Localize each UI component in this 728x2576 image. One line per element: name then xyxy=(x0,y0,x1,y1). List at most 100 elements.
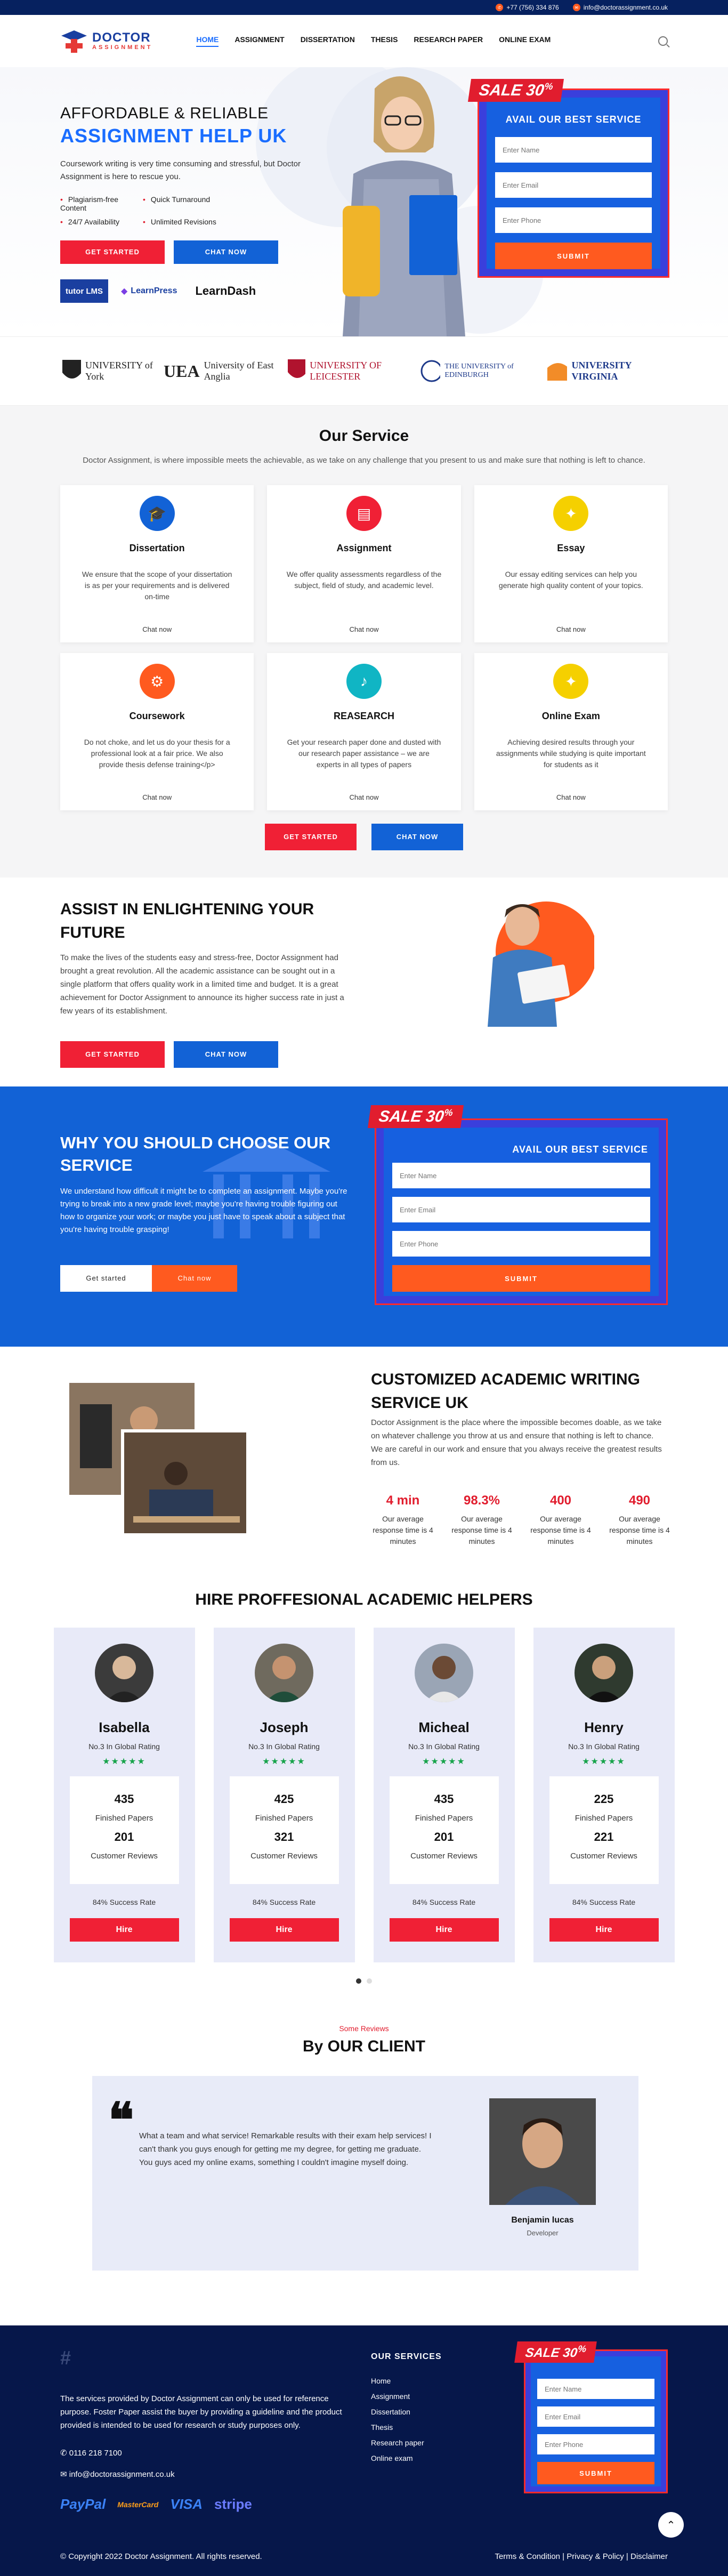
sale-badge: SALE 30% xyxy=(514,2341,597,2363)
name-input[interactable] xyxy=(537,2379,654,2399)
reviews-count: 201 xyxy=(114,1830,134,1844)
search-icon[interactable] xyxy=(658,36,668,46)
tutor-lms-logo: tutor LMS xyxy=(60,279,108,303)
helper-stats: 435 Finished Papers 201 Customer Reviews xyxy=(389,1776,499,1884)
reviewer-photo xyxy=(489,2098,596,2205)
chat-now-button[interactable]: CHAT NOW xyxy=(174,240,278,264)
submit-button[interactable]: SUBMIT xyxy=(495,243,652,269)
reviews-section: Some Reviews By OUR CLIENT ❝ What a team… xyxy=(0,2011,728,2325)
why-quote-form: AVAIL OUR BEST SERVICE SUBMIT xyxy=(375,1118,668,1305)
footer-email[interactable]: ✉ info@doctorassignment.co.uk xyxy=(60,2469,175,2479)
phone-input[interactable] xyxy=(537,2434,654,2454)
footer-link[interactable]: Assignment xyxy=(371,2389,442,2404)
avatar xyxy=(415,1644,473,1702)
edinburgh-logo: THE UNIVERSITY of EDINBURGH xyxy=(420,360,546,382)
sale-text: SALE 30 xyxy=(377,1108,446,1125)
avatar xyxy=(255,1644,313,1702)
hire-button[interactable]: Hire xyxy=(69,1918,179,1942)
footer-link[interactable]: Thesis xyxy=(371,2420,442,2435)
submit-button[interactable]: SUBMIT xyxy=(537,2462,654,2484)
footer-phone-text: 0116 218 7100 xyxy=(69,2449,122,2458)
success-rate: 84% Success Rate xyxy=(92,1898,156,1906)
service-card-dissertation: 🎓 Dissertation We ensure that the scope … xyxy=(60,485,254,642)
name-input[interactable] xyxy=(392,1163,650,1188)
uni-name: UNIVERSITY OF LEICESTER xyxy=(310,360,382,382)
stat-value: 490 xyxy=(628,1493,651,1508)
service-title: REASEARCH xyxy=(333,711,394,721)
footer-link[interactable]: Research paper xyxy=(371,2435,442,2451)
phone-input[interactable] xyxy=(392,1231,650,1257)
footer-phone[interactable]: ✆ 0116 218 7100 xyxy=(60,2448,122,2458)
carousel-dot[interactable] xyxy=(367,1978,372,1984)
footer-link[interactable]: Dissertation xyxy=(371,2404,442,2420)
legal-links[interactable]: Terms & Condition | Privacy & Policy | D… xyxy=(495,2552,668,2561)
uea-mark-icon: UEA xyxy=(164,361,200,381)
topbar-email[interactable]: ✉ info@doctorassignment.co.uk xyxy=(572,4,668,11)
stat-value: 400 xyxy=(549,1493,572,1508)
helpers-grid: Isabella No.3 In Global Rating ★★★★★ 435… xyxy=(0,1628,728,1962)
stat-item: 4 min Our average response time is 4 minu… xyxy=(371,1493,435,1547)
chat-now-button[interactable]: Chat now xyxy=(152,1265,237,1292)
reviews-label: Customer Reviews xyxy=(570,1851,637,1861)
hire-button[interactable]: Hire xyxy=(389,1918,499,1942)
service-chat-link[interactable]: Chat now xyxy=(60,625,254,633)
sale-badge: SALE 30% xyxy=(367,1105,464,1128)
nav-thesis[interactable]: THESIS xyxy=(371,35,398,47)
service-chat-link[interactable]: Chat now xyxy=(267,793,460,801)
reading-man-illustration xyxy=(488,901,594,1027)
visa-logo: VISA xyxy=(170,2496,203,2512)
reviews-count: 221 xyxy=(594,1830,614,1844)
nav-dissertation[interactable]: DISSERTATION xyxy=(301,35,355,47)
footer-link[interactable]: Home xyxy=(371,2373,442,2389)
mastercard-logo: MasterCard xyxy=(117,2500,159,2509)
nav-home[interactable]: HOME xyxy=(196,35,219,47)
mail-icon: ✉ xyxy=(60,2470,69,2479)
partner-logos: tutor LMS ◆ LearnPress LearnDash xyxy=(60,279,261,303)
uni-name: THE UNIVERSITY of EDINBURGH xyxy=(444,363,514,379)
services-description: Doctor Assignment, is where impossible m… xyxy=(83,456,645,465)
footer-link[interactable]: Online exam xyxy=(371,2451,442,2466)
service-card-assignment: ▤ Assignment We offer quality assessment… xyxy=(267,485,461,642)
email-input[interactable] xyxy=(537,2406,654,2427)
submit-button[interactable]: SUBMIT xyxy=(392,1265,650,1292)
star-rating-icon: ★★★★★ xyxy=(102,1757,146,1766)
service-chat-link[interactable]: Chat now xyxy=(60,793,254,801)
main-nav: DOCTOR ASSIGNMENT HOME ASSIGNMENT DISSER… xyxy=(0,15,728,67)
phone-icon: ✆ xyxy=(60,2449,69,2458)
phone-input[interactable] xyxy=(495,207,652,233)
nav-menu: HOME ASSIGNMENT DISSERTATION THESIS RESE… xyxy=(196,35,551,47)
chat-now-button[interactable]: CHAT NOW xyxy=(371,824,463,850)
stat-item: 98.3% Our average response time is 4 minu… xyxy=(450,1493,514,1547)
get-started-button[interactable]: Get started xyxy=(60,1265,152,1292)
nav-assignment[interactable]: ASSIGNMENT xyxy=(234,35,284,47)
hire-button[interactable]: Hire xyxy=(229,1918,339,1942)
get-started-button[interactable]: GET STARTED xyxy=(60,240,165,264)
nav-online-exam[interactable]: ONLINE EXAM xyxy=(499,35,551,47)
scroll-to-top-icon[interactable]: ⌃ xyxy=(658,2512,684,2538)
uea-logo: UEA University of East Anglia xyxy=(164,360,287,382)
topbar-phone[interactable]: ✆ +77 (756) 334 876 xyxy=(496,4,559,11)
get-started-button[interactable]: GET STARTED xyxy=(265,824,357,850)
papers-label: Finished Papers xyxy=(575,1814,633,1823)
hire-button[interactable]: Hire xyxy=(549,1918,659,1942)
email-input[interactable] xyxy=(495,172,652,198)
sale-percent: % xyxy=(443,1107,454,1118)
papers-count: 435 xyxy=(114,1792,134,1806)
carousel-dot[interactable] xyxy=(356,1978,361,1984)
mail-icon: ✉ xyxy=(572,4,580,11)
chat-now-button[interactable]: CHAT NOW xyxy=(174,1041,278,1068)
nav-research-paper[interactable]: RESEARCH PAPER xyxy=(414,35,483,47)
site-logo[interactable]: DOCTOR ASSIGNMENT xyxy=(60,28,152,54)
service-chat-link[interactable]: Chat now xyxy=(474,793,668,801)
email-input[interactable] xyxy=(392,1197,650,1222)
review-text: What a team and what service! Remarkable… xyxy=(139,2131,432,2167)
get-started-button[interactable]: GET STARTED xyxy=(60,1041,165,1068)
assist-section: ASSIST IN ENLIGHTENING YOUR FUTURE To ma… xyxy=(0,878,728,1086)
service-chat-link[interactable]: Chat now xyxy=(474,625,668,633)
helper-stats: 435 Finished Papers 201 Customer Reviews xyxy=(69,1776,179,1884)
service-chat-link[interactable]: Chat now xyxy=(267,625,460,633)
brand-name: DOCTOR xyxy=(92,30,151,45)
partner-label: LearnPress xyxy=(131,286,177,295)
name-input[interactable] xyxy=(495,137,652,163)
partner-label: LearnDash xyxy=(195,284,256,297)
